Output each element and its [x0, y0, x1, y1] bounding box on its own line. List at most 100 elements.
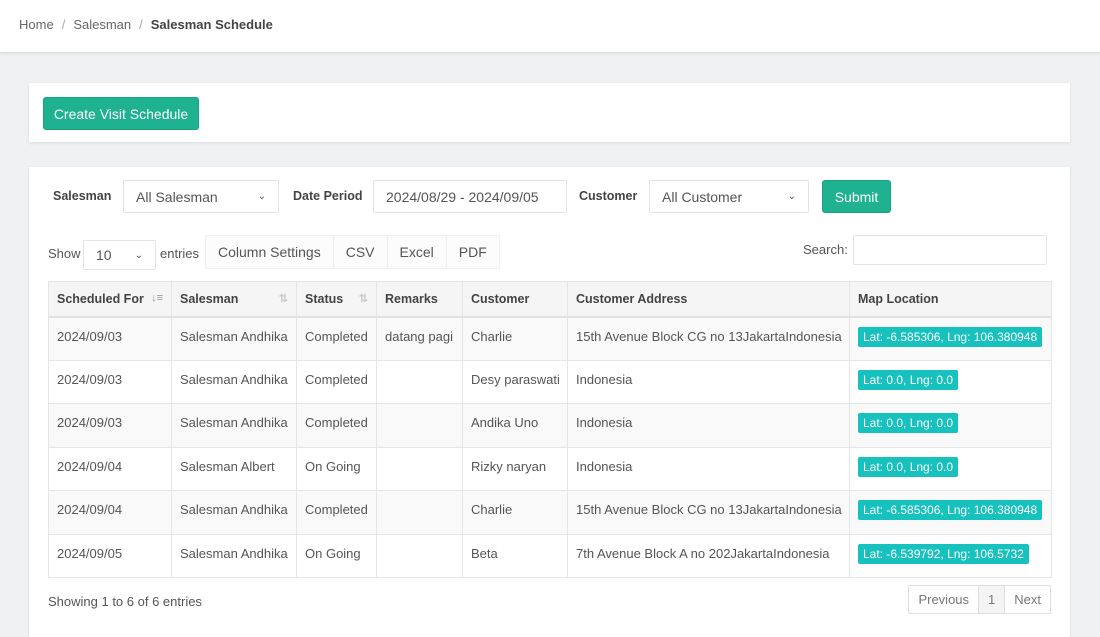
salesman-select-value: All Salesman	[136, 188, 218, 205]
map-location-badge[interactable]: Lat: 0.0, Lng: 0.0	[858, 456, 959, 477]
schedule-table: Scheduled For ↓≡ Salesman ⇅ Status ⇅ Remark…	[48, 281, 1052, 578]
cell-map-location: Lat: 0.0, Lng: 0.0	[849, 403, 1052, 448]
submit-button[interactable]: Submit	[822, 180, 891, 213]
cell-map-location: Lat: -6.585306, Lng: 106.380948	[849, 490, 1052, 535]
table-header-row: Scheduled For ↓≡ Salesman ⇅ Status ⇅ Remark…	[48, 281, 1052, 318]
cell-salesman: Salesman Andhika	[171, 490, 297, 535]
cell-customer: Charlie	[462, 316, 568, 361]
cell-status: On Going	[296, 533, 377, 578]
cell-salesman: Salesman Andhika	[171, 316, 297, 361]
col-customer-address: Customer Address	[567, 281, 850, 318]
cell-customer-address: 7th Avenue Block A no 202JakartaIndonesi…	[567, 533, 850, 578]
cell-status: Completed	[296, 359, 377, 404]
table-row: 2024/09/03 Salesman Andhika Completed Andik…	[48, 403, 1052, 448]
cell-map-location: Lat: 0.0, Lng: 0.0	[849, 359, 1052, 404]
cell-salesman: Salesman Albert	[171, 446, 297, 491]
cell-scheduled-for: 2024/09/05	[48, 533, 172, 578]
cell-status: Completed	[296, 316, 377, 361]
customer-select-value: All Customer	[662, 188, 743, 205]
date-period-input[interactable]: 2024/08/29 - 2024/09/05	[373, 180, 567, 213]
sort-icon: ⇅	[358, 292, 368, 305]
col-salesman[interactable]: Salesman ⇅	[171, 281, 297, 318]
map-location-badge[interactable]: Lat: -6.539792, Lng: 106.5732	[858, 543, 1029, 564]
table-row: 2024/09/04 Salesman Albert On Going Rizky n…	[48, 446, 1052, 491]
cell-status: Completed	[296, 490, 377, 535]
create-visit-schedule-button[interactable]: Create Visit Schedule	[43, 97, 199, 130]
customer-label: Customer	[579, 189, 638, 203]
pdf-button[interactable]: PDF	[446, 236, 499, 268]
cell-map-location: Lat: -6.539792, Lng: 106.5732	[849, 533, 1052, 578]
sort-desc-icon: ↓≡	[151, 291, 163, 304]
csv-button[interactable]: CSV	[333, 236, 388, 268]
col-customer: Customer	[462, 281, 568, 318]
cell-map-location: Lat: -6.585306, Lng: 106.380948	[849, 316, 1052, 361]
page-1-button[interactable]: 1	[979, 586, 1006, 613]
cell-customer: Andika Uno	[462, 403, 568, 448]
date-period-label: Date Period	[293, 189, 363, 203]
column-settings-button[interactable]: Column Settings	[206, 236, 334, 268]
cell-salesman: Salesman Andhika	[171, 403, 297, 448]
col-remarks: Remarks	[376, 281, 463, 318]
cell-salesman: Salesman Andhika	[171, 533, 297, 578]
col-scheduled-for-label: Scheduled For	[57, 291, 144, 306]
table-row: 2024/09/03 Salesman Andhika Completed Desy …	[48, 359, 1052, 404]
cell-scheduled-for: 2024/09/04	[48, 446, 172, 491]
cell-remarks	[376, 533, 463, 578]
cell-scheduled-for: 2024/09/03	[48, 316, 172, 361]
table-row: 2024/09/03 Salesman Andhika Completed datan…	[48, 316, 1052, 361]
cell-customer-address: 15th Avenue Block CG no 13JakartaIndones…	[567, 490, 850, 535]
chevron-down-icon: ⌄	[787, 191, 796, 202]
cell-status: Completed	[296, 403, 377, 448]
table-info: Showing 1 to 6 of 6 entries	[48, 594, 202, 609]
salesman-label: Salesman	[53, 189, 112, 203]
cell-customer-address: Indonesia	[567, 403, 850, 448]
chevron-down-icon: ⌄	[257, 191, 266, 202]
schedule-card: Salesman All Salesman ⌄ Date Period 2024/…	[29, 167, 1070, 637]
col-salesman-label: Salesman	[180, 291, 239, 306]
search-label: Search:	[803, 242, 848, 257]
sort-icon: ⇅	[278, 292, 288, 305]
breadcrumb-current: Salesman Schedule	[150, 17, 273, 32]
cell-scheduled-for: 2024/09/04	[48, 490, 172, 535]
customer-select[interactable]: All Customer ⌄	[649, 180, 809, 213]
show-label: Show	[48, 246, 81, 261]
cell-customer-address: 15th Avenue Block CG no 13JakartaIndones…	[567, 316, 850, 361]
cell-scheduled-for: 2024/09/03	[48, 403, 172, 448]
col-status-label: Status	[305, 291, 344, 306]
search-input[interactable]	[853, 235, 1047, 265]
map-location-badge[interactable]: Lat: -6.585306, Lng: 106.380948	[858, 326, 1043, 347]
cell-remarks	[376, 403, 463, 448]
cell-status: On Going	[296, 446, 377, 491]
table-row: 2024/09/04 Salesman Andhika Completed Charl…	[48, 490, 1052, 535]
col-status[interactable]: Status ⇅	[296, 281, 377, 318]
previous-button[interactable]: Previous	[909, 586, 980, 613]
cell-remarks: datang pagi	[376, 316, 463, 361]
map-location-badge[interactable]: Lat: 0.0, Lng: 0.0	[858, 413, 959, 433]
salesman-select[interactable]: All Salesman ⌄	[123, 180, 279, 213]
col-scheduled-for[interactable]: Scheduled For ↓≡	[48, 281, 172, 318]
excel-button[interactable]: Excel	[387, 236, 447, 268]
cell-customer: Charlie	[462, 490, 568, 535]
cell-customer-address: Indonesia	[567, 446, 850, 491]
breadcrumb: Home / Salesman / Salesman Schedule	[0, 0, 1100, 53]
cell-customer: Beta	[462, 533, 568, 578]
cell-remarks	[376, 446, 463, 491]
cell-remarks	[376, 359, 463, 404]
cell-salesman: Salesman Andhika	[171, 359, 297, 404]
entries-length-value: 10	[96, 247, 112, 263]
map-location-badge[interactable]: Lat: 0.0, Lng: 0.0	[858, 369, 959, 390]
breadcrumb-home[interactable]: Home	[19, 17, 54, 32]
cell-scheduled-for: 2024/09/03	[48, 359, 172, 404]
table-row: 2024/09/05 Salesman Andhika On Going Beta 7t…	[48, 533, 1052, 578]
export-button-group: Column Settings CSV Excel PDF	[205, 235, 500, 269]
breadcrumb-salesman[interactable]: Salesman	[73, 17, 131, 32]
pagination: Previous 1 Next	[908, 585, 1051, 614]
map-location-badge[interactable]: Lat: -6.585306, Lng: 106.380948	[858, 500, 1043, 520]
cell-customer: Desy paraswati	[462, 359, 568, 404]
action-card: Create Visit Schedule	[29, 83, 1070, 142]
entries-length-select[interactable]: 10 ⌄	[83, 240, 156, 270]
entries-label: entries	[160, 246, 200, 261]
next-button[interactable]: Next	[1005, 586, 1050, 613]
cell-map-location: Lat: 0.0, Lng: 0.0	[849, 446, 1052, 491]
cell-customer-address: Indonesia	[567, 359, 850, 404]
